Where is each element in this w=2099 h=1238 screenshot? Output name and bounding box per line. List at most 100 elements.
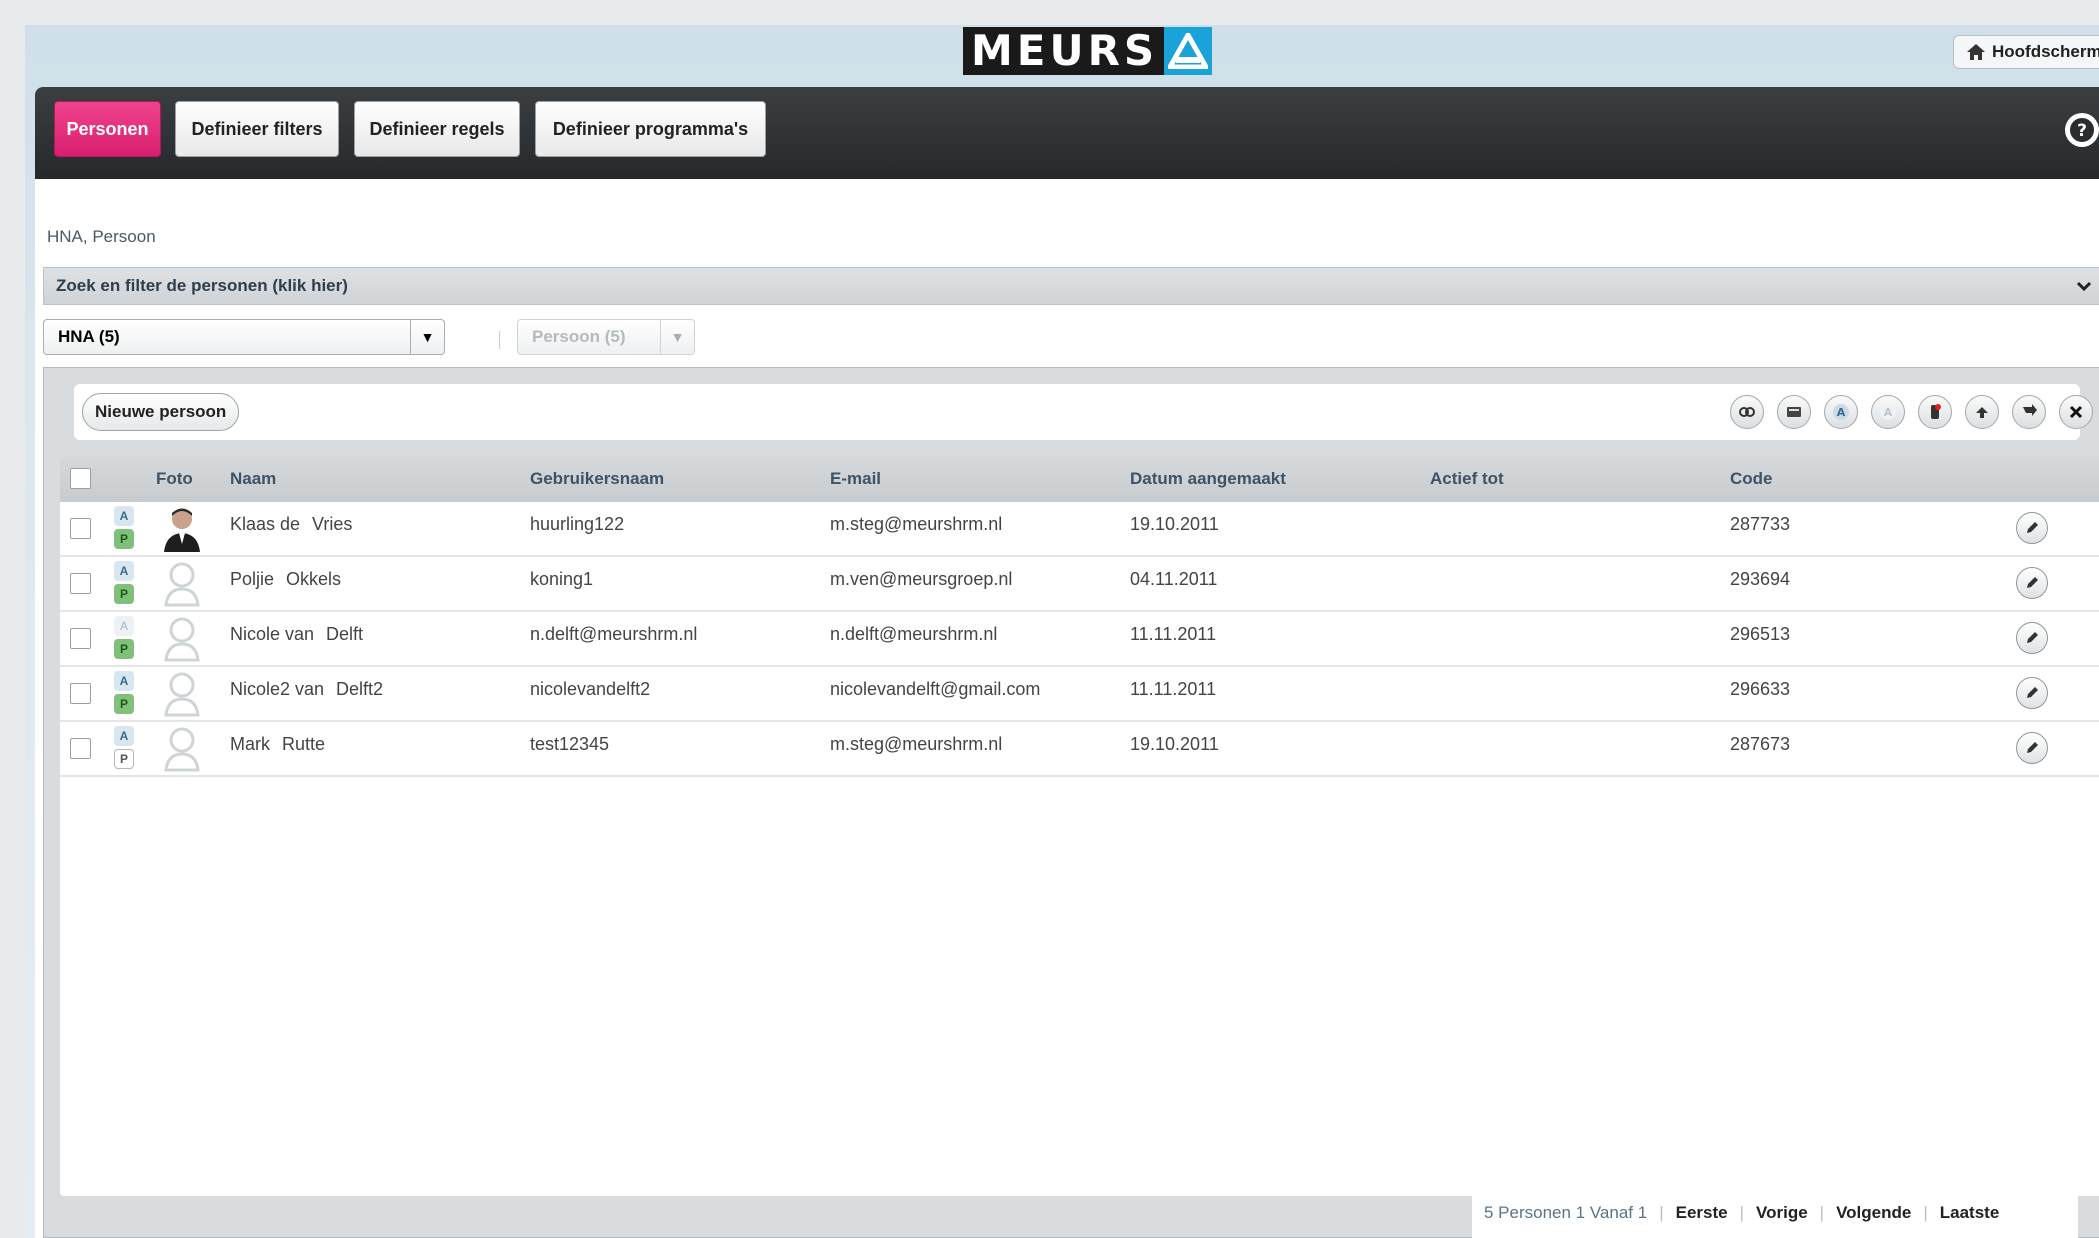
header-username[interactable]: Gebruikersnaam	[530, 469, 664, 489]
edit-person-button[interactable]	[2016, 567, 2048, 599]
deactivate-icon[interactable]: A	[1871, 395, 1905, 429]
header-name[interactable]: Naam	[230, 469, 276, 489]
status-badge-a: A	[114, 616, 134, 636]
home-button-label: Hoofdscherm	[1992, 42, 2099, 61]
filter-toggle-bar[interactable]: Zoek en filter de personen (klik hier)	[43, 267, 2099, 305]
type-select-value: Persoon (5)	[532, 327, 626, 346]
pager-summary: 5 Personen 1 Vanaf 1	[1484, 1203, 1648, 1222]
cell-username: nicolevandelft2	[530, 679, 651, 699]
meurs-logo: MEURS	[963, 27, 1213, 75]
pager-next[interactable]: Volgende	[1836, 1203, 1911, 1223]
cell-first-name: Nicole2 van	[230, 679, 325, 699]
table-header: Foto Naam Gebruikersnaam E-mail Datum aa…	[60, 456, 2099, 502]
table-row[interactable]: A P Nicole van Delft n.delft@meurshrm.nl n.de…	[60, 612, 2099, 667]
cell-username: test12345	[530, 734, 610, 754]
select-all-checkbox[interactable]	[70, 468, 91, 489]
organization-select[interactable]: HNA (5) ▼	[43, 319, 445, 355]
chevron-down-icon	[2076, 281, 2092, 292]
status-badge-p: P	[114, 694, 134, 714]
cell-created: 11.11.2011	[1130, 679, 1217, 699]
top-strip: MEURS Hoofdscherm	[25, 25, 2099, 87]
table-row[interactable]: A P Nicole2 van Delft2 nicolevandelft2 nicole…	[60, 667, 2099, 722]
import-icon[interactable]	[1965, 395, 1999, 429]
edit-person-button[interactable]	[2016, 622, 2048, 654]
svg-text:A: A	[1837, 406, 1846, 419]
breadcrumb: HNA, Persoon	[47, 227, 156, 246]
select-divider	[499, 331, 500, 349]
table-row[interactable]: A P Klaas de Vries huurling122 m.steg@meurshr…	[60, 502, 2099, 557]
cell-first-name: Nicole van	[230, 624, 315, 644]
tab-define-programs[interactable]: Definieer programma's	[535, 101, 766, 157]
svg-text:A: A	[1884, 406, 1893, 419]
edit-person-button[interactable]	[2016, 677, 2048, 709]
pencil-icon	[2027, 522, 2038, 533]
avatar-placeholder-icon	[160, 614, 204, 662]
organization-select-value: HNA (5)	[58, 327, 120, 346]
cell-email: m.ven@meursgroep.nl	[830, 569, 1013, 589]
type-select: Persoon (5) ▼	[517, 319, 695, 355]
dropdown-arrow-icon: ▼	[410, 320, 444, 354]
avatar-placeholder-icon	[160, 669, 204, 717]
cell-last-name: Vries	[312, 514, 353, 534]
svg-text:?: ?	[2077, 121, 2087, 141]
pager-divider: |	[1819, 1203, 1825, 1222]
new-person-button[interactable]: Nieuwe persoon	[82, 393, 240, 431]
pencil-icon	[2027, 577, 2038, 588]
header-code[interactable]: Code	[1730, 469, 1773, 489]
status-badge-a: A	[114, 726, 134, 746]
cell-code: 287733	[1730, 514, 1791, 534]
pager-divider: |	[1659, 1203, 1664, 1222]
persons-panel: Nieuwe persoon A A Foto Naam Gebruikersn…	[43, 367, 2099, 1238]
status-badge-p: P	[114, 529, 134, 549]
filter-bar-label: Zoek en filter de personen (klik hier)	[56, 276, 348, 295]
cell-email: m.steg@meurshrm.nl	[830, 734, 1003, 754]
table-row[interactable]: A P Mark Rutte test12345 m.steg@meurshrm.nl 19…	[60, 722, 2099, 777]
cell-code: 296633	[1730, 679, 1791, 699]
pencil-icon	[2027, 632, 2038, 643]
tab-define-filters[interactable]: Definieer filters	[175, 101, 339, 157]
row-checkbox[interactable]	[70, 738, 91, 759]
header-photo[interactable]: Foto	[156, 469, 193, 489]
cell-first-name: Poljie	[230, 569, 275, 589]
help-icon[interactable]: ?	[2065, 113, 2099, 147]
link-icon[interactable]	[1730, 395, 1764, 429]
export-icon[interactable]	[2012, 395, 2046, 429]
status-badge-a: A	[114, 671, 134, 691]
header-created[interactable]: Datum aangemaakt	[1130, 469, 1286, 489]
edit-person-button[interactable]	[2016, 512, 2048, 544]
main-nav: Personen Definieer filters Definieer reg…	[35, 87, 2099, 179]
home-button[interactable]: Hoofdscherm	[1953, 35, 2099, 69]
cell-email: m.steg@meurshrm.nl	[830, 514, 1003, 534]
avatar	[160, 504, 204, 552]
mobile-icon[interactable]	[1918, 395, 1952, 429]
pager-prev[interactable]: Vorige	[1756, 1203, 1808, 1223]
pager-first[interactable]: Eerste	[1676, 1203, 1728, 1223]
app-window: MEURS Hoofdscherm Personen Definieer fil…	[25, 25, 2099, 1238]
card-icon[interactable]	[1777, 395, 1811, 429]
activate-icon[interactable]: A	[1824, 395, 1858, 429]
header-active-until[interactable]: Actief tot	[1430, 469, 1504, 489]
cell-username: huurling122	[530, 514, 625, 534]
cell-username: koning1	[530, 569, 594, 589]
logo-text: MEURS	[963, 27, 1165, 75]
cell-username: n.delft@meurshrm.nl	[530, 624, 698, 644]
delete-icon[interactable]	[2059, 395, 2093, 429]
table-row[interactable]: A P Poljie Okkels koning1 m.ven@meursgroep.nl…	[60, 557, 2099, 612]
cell-last-name: Rutte	[282, 734, 326, 754]
header-email[interactable]: E-mail	[830, 469, 881, 489]
logo-mark-icon	[1164, 27, 1213, 75]
row-checkbox[interactable]	[70, 628, 91, 649]
status-badge-p: P	[114, 749, 134, 769]
row-checkbox[interactable]	[70, 683, 91, 704]
cell-last-name: Delft	[326, 624, 364, 644]
pager-last[interactable]: Laatste	[1940, 1203, 2000, 1223]
row-checkbox[interactable]	[70, 518, 91, 539]
row-checkbox[interactable]	[70, 573, 91, 594]
edit-person-button[interactable]	[2016, 732, 2048, 764]
tab-personen[interactable]: Personen	[54, 101, 161, 157]
pager-divider: |	[1739, 1203, 1745, 1222]
status-badge-a: A	[114, 561, 134, 581]
cell-created: 19.10.2011	[1130, 514, 1219, 534]
tab-define-rules[interactable]: Definieer regels	[354, 101, 520, 157]
avatar-placeholder-icon	[160, 724, 204, 772]
